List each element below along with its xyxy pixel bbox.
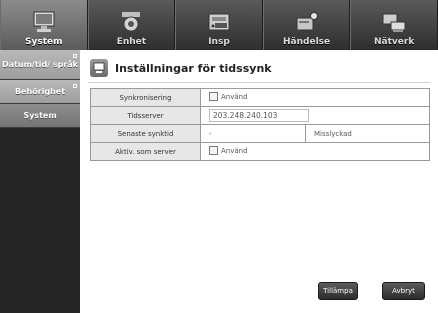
recorder-icon [205, 9, 233, 35]
sync-label: Synkronisering [90, 88, 201, 107]
checkbox-icon [209, 146, 218, 155]
cancel-button[interactable]: Avbryt [382, 282, 425, 300]
tab-record-label: Insp [208, 37, 230, 47]
tab-device-label: Enhet [116, 37, 147, 47]
page-header: Inställningar för tidssynk [90, 58, 272, 78]
time-sync-settings-table: Synkronisering Använd Tidsserver 203.248… [90, 88, 430, 161]
system-monitor-icon [30, 9, 58, 35]
checkbox-label: Använd [221, 146, 248, 155]
sidebar-item-label: System [23, 111, 57, 120]
table-row: Aktiv. som server Använd [90, 142, 430, 161]
page-title: Inställningar för tidssynk [115, 61, 272, 75]
sidebar-item-label: Behörighet [14, 87, 66, 96]
tab-system-label: System [25, 37, 63, 47]
network-icon [380, 9, 408, 35]
time-sync-icon [90, 59, 108, 77]
sidebar-item-label: Datum/tid/ språk [2, 60, 78, 69]
sync-use-checkbox[interactable]: Använd [209, 92, 248, 101]
sidebar-item-permissions[interactable]: Behörighet [0, 80, 80, 104]
sidebar: Datum/tid/ språk Behörighet System [0, 50, 80, 313]
apply-button[interactable]: Tillämpa [318, 282, 358, 300]
tab-network[interactable]: Nätverk [350, 0, 438, 50]
last-sync-time: - [200, 124, 306, 143]
main-panel: Inställningar för tidssynk Synkroniserin… [80, 50, 438, 313]
last-sync-status: Misslyckad [305, 124, 430, 143]
header-divider [88, 82, 430, 83]
time-server-input[interactable]: 203.248.240.103 [209, 109, 309, 122]
sidebar-item-system[interactable]: System [0, 104, 80, 128]
tab-event-label: Händelse [283, 37, 331, 47]
tab-system[interactable]: System [0, 0, 88, 50]
expand-marker-icon [73, 54, 77, 58]
sidebar-item-date-time-language[interactable]: Datum/tid/ språk [0, 50, 80, 80]
activate-server-label: Aktiv. som server [90, 142, 201, 161]
event-icon [293, 9, 321, 35]
table-row: Synkronisering Använd [90, 88, 430, 107]
checkbox-icon [209, 92, 218, 101]
last-sync-label: Senaste synktid [90, 124, 201, 143]
checkbox-label: Använd [221, 92, 248, 101]
expand-marker-icon [73, 84, 77, 88]
tab-event[interactable]: Händelse [262, 0, 351, 50]
tab-device[interactable]: Enhet [87, 0, 176, 50]
tab-record[interactable]: Insp [175, 0, 263, 50]
server-use-checkbox[interactable]: Använd [209, 146, 248, 155]
table-row: Tidsserver 203.248.240.103 [90, 106, 430, 125]
tab-network-label: Nätverk [374, 37, 415, 47]
top-tab-bar: System Enhet Insp Händelse Nätverk [0, 0, 438, 50]
table-row: Senaste synktid - Misslyckad [90, 124, 430, 143]
time-server-label: Tidsserver [90, 106, 201, 125]
camera-icon [117, 9, 145, 35]
